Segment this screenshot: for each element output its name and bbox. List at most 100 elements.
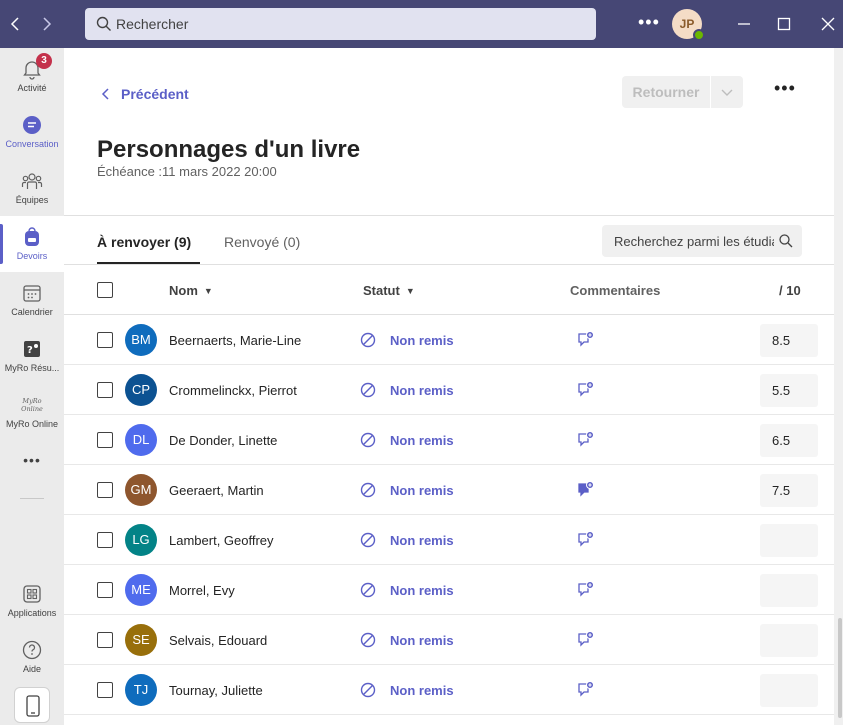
chevron-left-icon (100, 86, 112, 105)
minimize-icon[interactable] (734, 14, 754, 34)
avatar: BM (125, 324, 157, 356)
not-submitted-icon (360, 482, 376, 498)
not-submitted-icon (360, 532, 376, 548)
table-row[interactable]: SE Selvais, Edouard Non remis (64, 615, 834, 665)
grade-input[interactable]: 8.5 (760, 324, 818, 357)
row-checkbox[interactable] (97, 632, 113, 648)
row-checkbox[interactable] (97, 432, 113, 448)
forward-arrow-icon[interactable] (34, 12, 58, 36)
rail-item-conversation[interactable]: Conversation (0, 104, 64, 160)
student-name[interactable]: Crommelinckx, Pierrot (169, 383, 297, 398)
avatar: GM (125, 474, 157, 506)
row-checkbox[interactable] (97, 482, 113, 498)
table-row[interactable]: LG Lambert, Geoffrey Non remis (64, 515, 834, 565)
rail-item-myro-online[interactable]: MyRo Online MyRo Online (0, 384, 64, 440)
divider (64, 215, 834, 216)
grade-input[interactable] (760, 624, 818, 657)
row-checkbox[interactable] (97, 332, 113, 348)
apps-icon (21, 583, 43, 605)
not-submitted-icon (360, 382, 376, 398)
select-all-checkbox[interactable] (97, 282, 113, 298)
avatar: TJ (125, 674, 157, 706)
grade-input[interactable] (760, 524, 818, 557)
more-options-icon[interactable]: ••• (774, 78, 796, 99)
grade-input[interactable] (760, 574, 818, 607)
row-checkbox[interactable] (97, 582, 113, 598)
rail-item-assignments[interactable]: Devoirs (0, 216, 64, 272)
grade-input[interactable] (760, 674, 818, 707)
grade-input[interactable]: 7.5 (760, 474, 818, 507)
back-arrow-icon[interactable] (4, 12, 28, 36)
svg-text:?: ? (27, 345, 33, 356)
activity-badge: 3 (36, 53, 52, 69)
myro-app-icon: ? (21, 338, 43, 360)
rail-item-activity[interactable]: 3 Activité (0, 48, 64, 104)
row-checkbox[interactable] (97, 682, 113, 698)
add-comment-icon[interactable] (577, 480, 595, 498)
add-comment-icon[interactable] (577, 530, 595, 548)
tab-returned[interactable]: Renvoyé (0) (224, 234, 300, 250)
column-header-status[interactable]: Statut ▼ (363, 283, 415, 298)
rail-item-calendar[interactable]: Calendrier (0, 272, 64, 328)
rail-item-teams[interactable]: Équipes (0, 160, 64, 216)
scrollbar[interactable] (837, 48, 843, 725)
table-row[interactable]: TJ Tournay, Juliette Non remis (64, 665, 834, 715)
add-comment-icon[interactable] (577, 580, 595, 598)
divider (64, 264, 834, 265)
table-row[interactable]: DL De Donder, Linette Non remis 6.5 (64, 415, 834, 465)
add-comment-icon[interactable] (577, 630, 595, 648)
rail-label: Applications (7, 608, 57, 618)
table-row[interactable]: GM Geeraert, Martin Non remis 7.5 (64, 465, 834, 515)
status-badge: Non remis (390, 433, 454, 448)
student-name[interactable]: Morrel, Evy (169, 583, 235, 598)
table-row[interactable]: ME Morrel, Evy Non remis (64, 565, 834, 615)
column-header-name-label: Nom (169, 283, 198, 298)
search-icon (95, 15, 113, 33)
student-name[interactable]: Beernaerts, Marie-Line (169, 333, 301, 348)
app-rail: 3 Activité Conversation Équipes Devoirs … (0, 48, 64, 725)
rail-item-help[interactable]: Aide (0, 629, 64, 685)
avatar: ME (125, 574, 157, 606)
row-checkbox[interactable] (97, 382, 113, 398)
rail-item-myro-resume[interactable]: ? MyRo Résu... (0, 328, 64, 384)
add-comment-icon[interactable] (577, 330, 595, 348)
maximize-icon[interactable] (774, 14, 794, 34)
add-comment-icon[interactable] (577, 380, 595, 398)
teams-icon (21, 170, 43, 192)
avatar: SE (125, 624, 157, 656)
status-badge: Non remis (390, 683, 454, 698)
close-icon[interactable] (818, 14, 838, 34)
grade-input[interactable]: 6.5 (760, 424, 818, 457)
student-name[interactable]: Selvais, Edouard (169, 633, 267, 648)
not-submitted-icon (360, 432, 376, 448)
column-header-name[interactable]: Nom ▼ (169, 283, 213, 298)
row-checkbox[interactable] (97, 532, 113, 548)
student-name[interactable]: De Donder, Linette (169, 433, 277, 448)
student-name[interactable]: Lambert, Geoffrey (169, 533, 274, 548)
scrollbar-thumb[interactable] (838, 618, 842, 718)
student-name[interactable]: Tournay, Juliette (169, 683, 263, 698)
chevron-down-icon (711, 89, 743, 112)
calendar-icon (21, 282, 43, 304)
return-button[interactable]: Retourner (622, 76, 710, 108)
myro-online-logo: MyRo Online (21, 397, 43, 413)
not-submitted-icon (360, 582, 376, 598)
rail-label: Équipes (15, 195, 49, 205)
rail-label: MyRo Online (5, 419, 59, 429)
table-row[interactable]: BM Beernaerts, Marie-Line Non remis 8.5 (64, 315, 834, 365)
table-row[interactable]: CP Crommelinckx, Pierrot Non remis 5.5 (64, 365, 834, 415)
search-input[interactable]: Rechercher (85, 8, 596, 40)
tab-to-return[interactable]: À renvoyer (9) (97, 234, 191, 250)
rail-device-button[interactable] (0, 685, 64, 725)
grade-input[interactable]: 5.5 (760, 374, 818, 407)
status-badge: Non remis (390, 633, 454, 648)
add-comment-icon[interactable] (577, 680, 595, 698)
more-options-icon[interactable]: ••• (638, 12, 660, 33)
presence-available-icon (693, 29, 705, 41)
student-name[interactable]: Geeraert, Martin (169, 483, 264, 498)
return-options-button[interactable] (711, 76, 743, 108)
add-comment-icon[interactable] (577, 430, 595, 448)
student-search-input[interactable]: Recherchez parmi les étudiants (602, 225, 802, 257)
rail-more-apps-icon[interactable]: ••• (0, 440, 64, 480)
rail-item-applications[interactable]: Applications (0, 573, 64, 629)
